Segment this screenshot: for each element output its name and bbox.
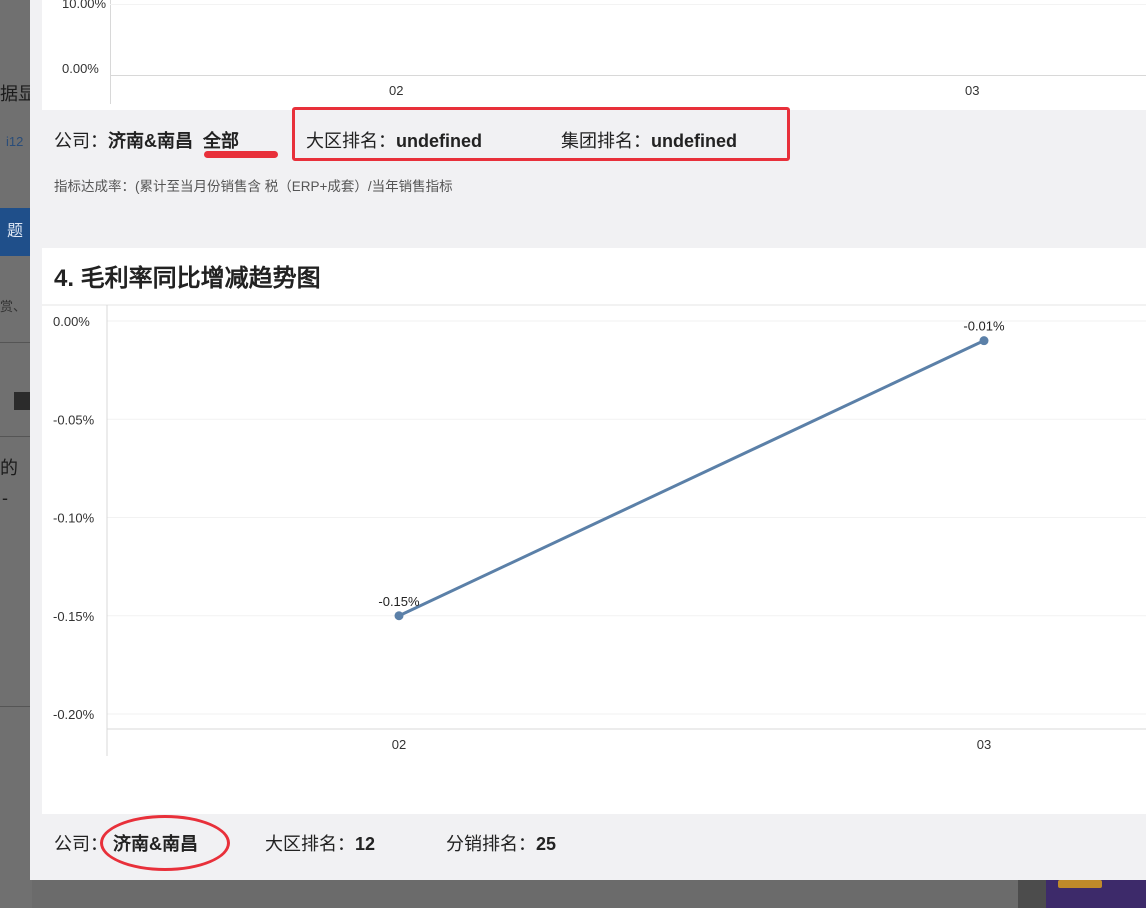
bottom-info-dist-rank: 分销排名：25: [446, 830, 556, 856]
chart-y-tick-label: -0.10%: [53, 511, 95, 526]
bottom-info-region-rank: 大区排名：12: [265, 830, 375, 856]
chart-data-point: [394, 611, 404, 621]
region-rank-value: 12: [355, 834, 376, 854]
chart-x-tick-label: 03: [977, 737, 991, 752]
chart-data-point: [979, 336, 989, 346]
chart-y-tick-label: -0.15%: [53, 609, 95, 624]
chart-y-tick-label: -0.05%: [53, 412, 95, 427]
dist-rank-label: 分销排名：: [446, 834, 536, 854]
annotation-red-ellipse: [100, 815, 230, 871]
chart-x-tick-label: 02: [392, 737, 406, 752]
region-rank-label: 大区排名：: [265, 834, 355, 854]
annotation-red-underline: [204, 151, 278, 158]
chart-y-tick-label: -0.20%: [53, 707, 95, 722]
annotation-red-box: [292, 107, 790, 161]
chart-data-label: -0.01%: [963, 319, 1005, 334]
chart-series-line: [398, 339, 985, 618]
chart-data-label: -0.15%: [378, 594, 420, 609]
chart-y-tick-label: 0.00%: [53, 314, 90, 329]
dist-rank-value: 25: [536, 834, 557, 854]
